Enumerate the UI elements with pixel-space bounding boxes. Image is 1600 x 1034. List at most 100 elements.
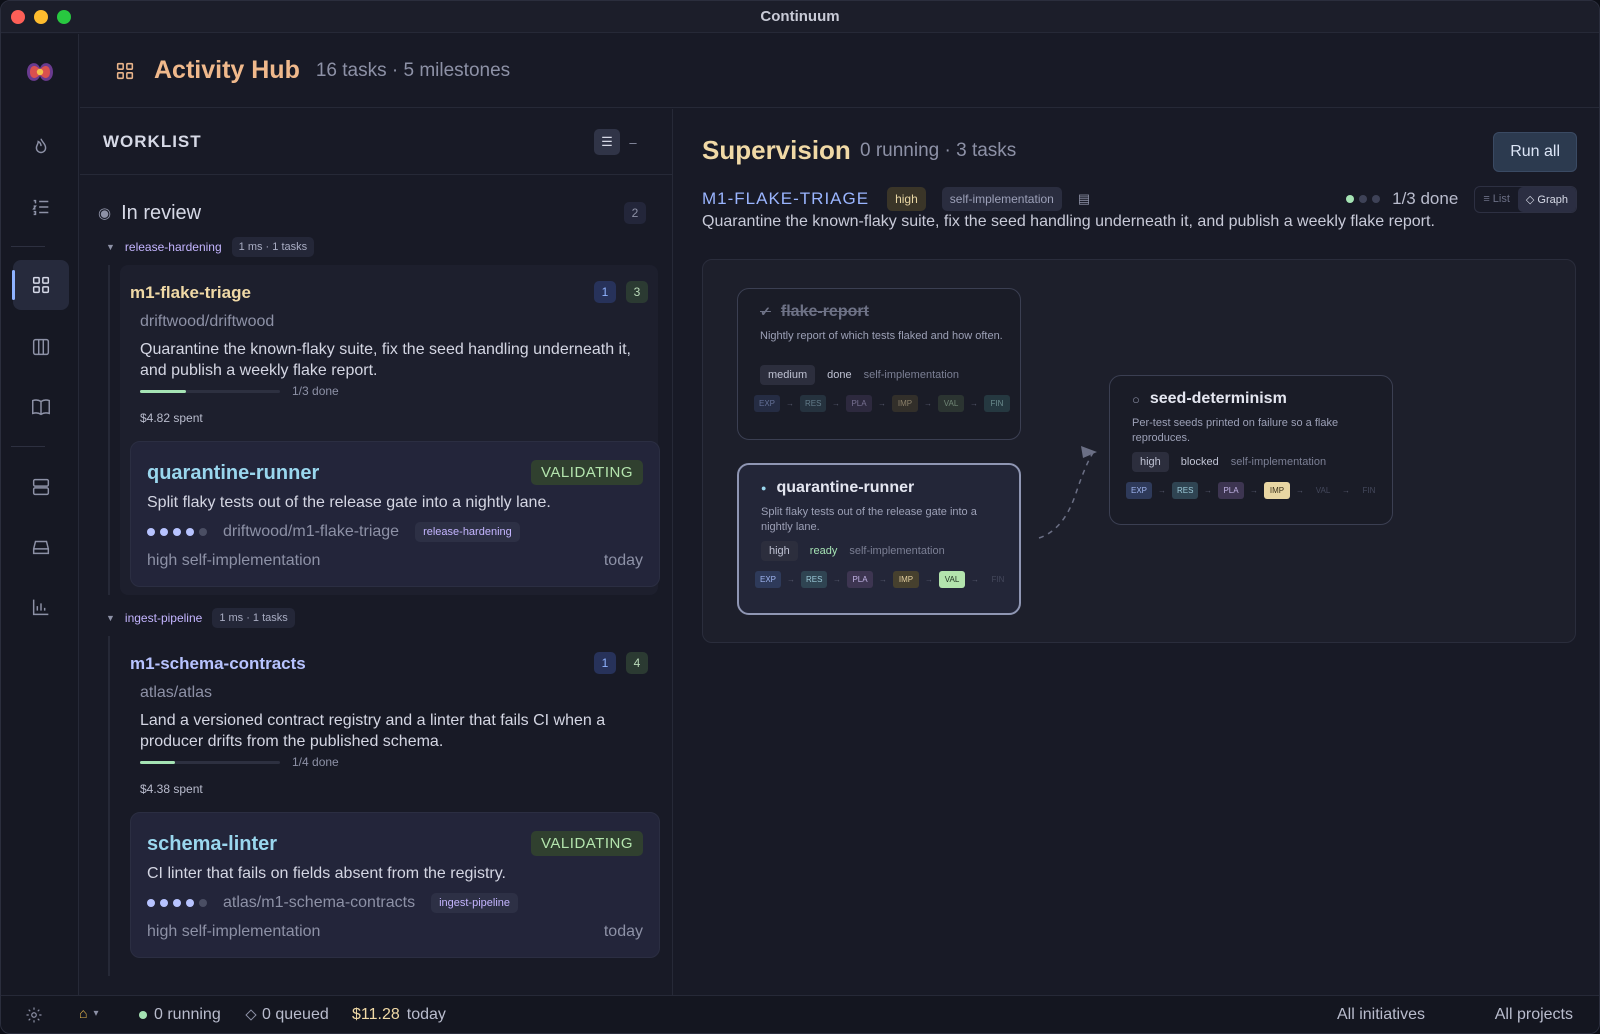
task-footer: high self-implementation (147, 923, 321, 940)
queued-diamond-icon (245, 1009, 257, 1021)
sidebar-item-board[interactable] (13, 322, 69, 372)
stage-chip-imp: IMP (893, 571, 919, 588)
sidebar-item-activity-hub[interactable] (12, 260, 69, 310)
task-card[interactable]: schema-linter VALIDATING CI linter that … (130, 812, 660, 958)
zoom-window-button[interactable] (57, 10, 71, 24)
book-icon (32, 399, 50, 416)
milestone-code: M1-FLAKE-TRIAGE (702, 189, 870, 208)
task-timestamp: today (603, 552, 643, 569)
dependency-edge (1038, 449, 1096, 539)
node-title: ✓ flake-report (760, 303, 869, 321)
stage-dot-filled (147, 528, 155, 536)
task-group-pill: release-hardening (415, 522, 520, 542)
group-header[interactable]: ▼ release-hardening 1 ms · 1 tasks (106, 237, 315, 257)
progress-dots (1346, 195, 1381, 203)
node-status: ready (809, 545, 838, 557)
milestone-repo: atlas/atlas (140, 684, 213, 701)
milestone-card[interactable]: m1-schema-contracts 1 4 atlas/atlas Land… (120, 636, 660, 966)
close-window-button[interactable] (11, 10, 25, 24)
group-header[interactable]: ▼ ingest-pipeline 1 ms · 1 tasks (106, 608, 295, 628)
node-priority: high (1132, 452, 1169, 472)
stage-chip-imp: IMP (1264, 482, 1290, 499)
node-stages: EXP → RES → PLA → IMP → VAL → FIN (754, 395, 1010, 412)
stage-chip-fin: FIN (1362, 486, 1376, 495)
sidebar-item-servers[interactable] (13, 462, 69, 512)
sidebar (1, 34, 79, 996)
worklist-title: WORKLIST (103, 132, 202, 151)
graph-node-quarantine-runner[interactable]: ● quarantine-runner Split flaky tests ou… (737, 463, 1021, 615)
list-view-icon[interactable]: ☰ (594, 129, 620, 155)
node-tags: high ready self-implementation (761, 541, 945, 561)
sidebar-item-activity[interactable] (13, 122, 69, 172)
projects-filter[interactable]: All projects (1495, 1006, 1573, 1024)
graph-node-flake-report[interactable]: ✓ flake-report Nightly report of which t… (737, 288, 1021, 440)
app-logo[interactable] (21, 56, 59, 88)
milestone-name: m1-flake-triage (130, 283, 251, 302)
node-priority: medium (760, 365, 816, 385)
group-name: ingest-pipeline (124, 611, 203, 625)
sidebar-item-tasks[interactable] (13, 182, 69, 232)
window-title: Continuum (760, 8, 840, 25)
section-in-review[interactable]: ◉ In review 2 (98, 193, 658, 233)
milestone-progress: 1/3 done ≡ List ◇ Graph (1346, 185, 1577, 213)
list-view-button[interactable]: ≡ List (1475, 187, 1518, 212)
task-card[interactable]: quarantine-runner VALIDATING Split flaky… (130, 441, 660, 587)
settings-gear-icon[interactable] (25, 1006, 43, 1024)
status-badge: VALIDATING (531, 831, 643, 856)
run-all-button[interactable]: Run all (1493, 132, 1577, 172)
group-summary-pill: 1 ms · 1 tasks (231, 237, 315, 257)
node-description: Nightly report of which tests flaked and… (760, 330, 1003, 342)
sidebar-item-analytics[interactable] (13, 582, 69, 632)
progress-dot (1372, 195, 1381, 203)
sidebar-item-storage[interactable] (13, 522, 69, 572)
node-name: flake-report (780, 303, 869, 320)
collapse-icon[interactable]: – (620, 129, 646, 155)
node-stages: EXP → RES → PLA → IMP → VAL → FIN (755, 571, 1011, 588)
node-priority: high (761, 541, 798, 561)
stage-chip-exp: EXP (1126, 482, 1152, 499)
initiatives-filter[interactable]: All initiatives (1337, 1006, 1425, 1024)
title-bar: Continuum (1, 1, 1599, 33)
grid-icon (114, 60, 136, 82)
graph-node-seed-determinism[interactable]: ○ seed-determinism Per-test seeds printe… (1109, 375, 1393, 525)
stage-chip-res: RES (801, 571, 827, 588)
stage-chip-val: VAL (939, 571, 965, 588)
stage-dot-filled (173, 899, 181, 907)
sidebar-item-docs[interactable] (13, 382, 69, 432)
chevron-down-icon: ▼ (106, 613, 115, 623)
stage-arrow: → (787, 575, 795, 584)
sidebar-divider (11, 246, 45, 247)
milestone-progress-label: 1/3 done (292, 384, 339, 398)
running-indicator: 0 running (139, 1006, 221, 1024)
check-icon: ✓ (760, 304, 771, 319)
node-description: Per-test seeds printed on failure so a f… (1132, 417, 1339, 444)
total-count-badge: 3 (626, 281, 648, 303)
columns-icon (32, 338, 50, 356)
milestone-card[interactable]: m1-flake-triage 1 3 driftwood/driftwood … (120, 265, 660, 595)
sidebar-divider (11, 446, 45, 447)
stage-arrow: → (832, 399, 840, 408)
node-stages: EXP → RES → PLA → IMP → VAL → FIN (1126, 482, 1382, 499)
graph-view-button[interactable]: ◇ Graph (1517, 186, 1576, 212)
milestone-description: Land a versioned contract registry and a… (140, 712, 606, 750)
drive-icon (32, 540, 50, 555)
minimize-window-button[interactable] (34, 10, 48, 24)
milestone-progress-bar (140, 390, 280, 393)
stage-arrow: → (1204, 486, 1212, 495)
active-count-badge: 1 (594, 652, 616, 674)
stage-dot-filled (186, 899, 194, 907)
view-toggle: ≡ List ◇ Graph (1474, 185, 1577, 213)
app-window: Continuum Activity Hub 16 tasks · 5 mile… (0, 0, 1600, 1034)
page-title: Activity Hub (154, 56, 300, 84)
stage-dots (147, 899, 207, 907)
projects-label: All projects (1494, 1006, 1573, 1023)
node-name: seed-determinism (1149, 390, 1287, 407)
inbox-menu[interactable]: ⌂ ▾ (79, 1005, 99, 1021)
numbered-list-icon (32, 199, 49, 216)
stage-arrow: → (878, 399, 886, 408)
task-description: CI linter that fails on fields absent fr… (147, 865, 506, 882)
clipboard-icon[interactable]: ▤ (1078, 191, 1090, 207)
task-meta: atlas/m1-schema-contracts ingest-pipelin… (147, 893, 518, 913)
running-count: 0 running (154, 1006, 221, 1023)
mode-tag: self-implementation (941, 187, 1062, 211)
